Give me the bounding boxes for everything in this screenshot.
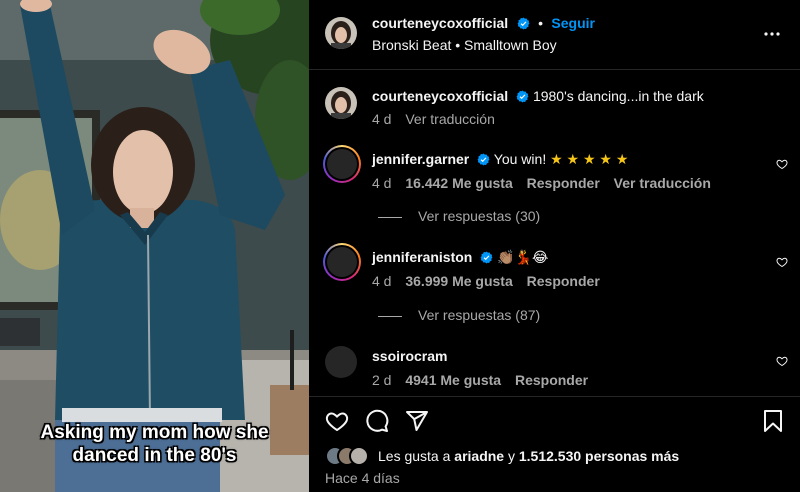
likes-count[interactable]: 1.512.530 personas más — [519, 448, 679, 464]
comment-text: You win! ★ ★ ★ ★ ★ — [493, 151, 629, 167]
verified-badge-icon — [516, 90, 529, 103]
comment-heart-icon[interactable] — [776, 355, 788, 367]
rating-stars: ★ ★ ★ ★ ★ — [550, 151, 629, 167]
reply-button[interactable]: Responder — [527, 175, 600, 191]
header-separator: • — [538, 15, 543, 31]
commenter-username[interactable]: jenniferaniston — [372, 249, 472, 265]
reply-button[interactable]: Responder — [515, 372, 588, 388]
reply-button[interactable]: Responder — [527, 273, 600, 289]
post-video[interactable]: Asking my mom how she danced in the 80's — [0, 0, 309, 492]
more-options-icon[interactable] — [762, 24, 782, 44]
liker-avatar[interactable] — [349, 446, 369, 466]
post-header: courteneycoxofficial • Seguir Bronski Be… — [309, 0, 800, 70]
replies-divider — [378, 315, 402, 317]
comment-text: 👏🏽💃😂 — [497, 249, 549, 265]
caption-author-avatar[interactable] — [325, 87, 357, 119]
view-replies-button[interactable]: Ver respuestas (30) — [378, 208, 540, 224]
send-icon[interactable] — [405, 409, 429, 433]
author-username[interactable]: courteneycoxofficial — [372, 15, 508, 31]
comment-likes[interactable]: 4941 Me gusta — [405, 372, 501, 388]
verified-badge-icon — [517, 17, 530, 30]
caption-age: 4 d — [372, 111, 392, 127]
view-replies-label[interactable]: Ver respuestas (30) — [418, 208, 540, 224]
comment-age: 2 d — [372, 372, 392, 388]
video-caption-line-1: Asking my mom how she — [40, 422, 269, 443]
replies-divider — [378, 216, 402, 218]
bookmark-icon[interactable] — [762, 409, 784, 433]
likes-user[interactable]: ariadne — [454, 448, 504, 464]
likes-middle: y — [507, 448, 515, 464]
post-details-panel: courteneycoxofficial • Seguir Bronski Be… — [309, 0, 800, 492]
commenter-avatar[interactable] — [325, 346, 357, 378]
view-replies-label[interactable]: Ver respuestas (87) — [418, 307, 540, 323]
caption-translate-link[interactable]: Ver traducción — [405, 111, 495, 127]
commenter-username[interactable]: ssoirocram — [372, 348, 447, 364]
comment-icon[interactable] — [365, 409, 389, 433]
verified-badge-icon — [477, 153, 490, 166]
view-replies-button[interactable]: Ver respuestas (87) — [378, 307, 540, 323]
comment-translate-link[interactable]: Ver traducción — [614, 175, 711, 191]
heart-icon[interactable] — [325, 409, 349, 433]
likes-prefix: Les gusta a — [378, 448, 451, 464]
comment-heart-icon[interactable] — [776, 256, 788, 268]
comment-likes[interactable]: 36.999 Me gusta — [405, 273, 512, 289]
video-caption-line-2: danced in the 80's — [72, 445, 237, 466]
comment-age: 4 d — [372, 175, 392, 191]
author-avatar[interactable] — [325, 17, 357, 49]
commenter-username[interactable]: jennifer.garner — [372, 151, 469, 167]
audio-track[interactable]: Bronski Beat • Smalltown Boy — [372, 37, 557, 53]
commenter-avatar[interactable] — [323, 243, 361, 281]
follow-button[interactable]: Seguir — [551, 15, 595, 31]
likes-summary[interactable]: Les gusta a ariadne y 1.512.530 personas… — [378, 448, 679, 464]
verified-badge-icon — [480, 251, 493, 264]
commenter-avatar[interactable] — [323, 145, 361, 183]
caption-text: 1980's dancing...in the dark — [532, 88, 704, 104]
comment-heart-icon[interactable] — [776, 158, 788, 170]
video-frame — [0, 0, 309, 492]
comment-likes[interactable]: 16.442 Me gusta — [405, 175, 512, 191]
comment-age: 4 d — [372, 273, 392, 289]
post-time: Hace 4 días — [325, 470, 400, 486]
caption-author-username[interactable]: courteneycoxofficial — [372, 88, 508, 104]
